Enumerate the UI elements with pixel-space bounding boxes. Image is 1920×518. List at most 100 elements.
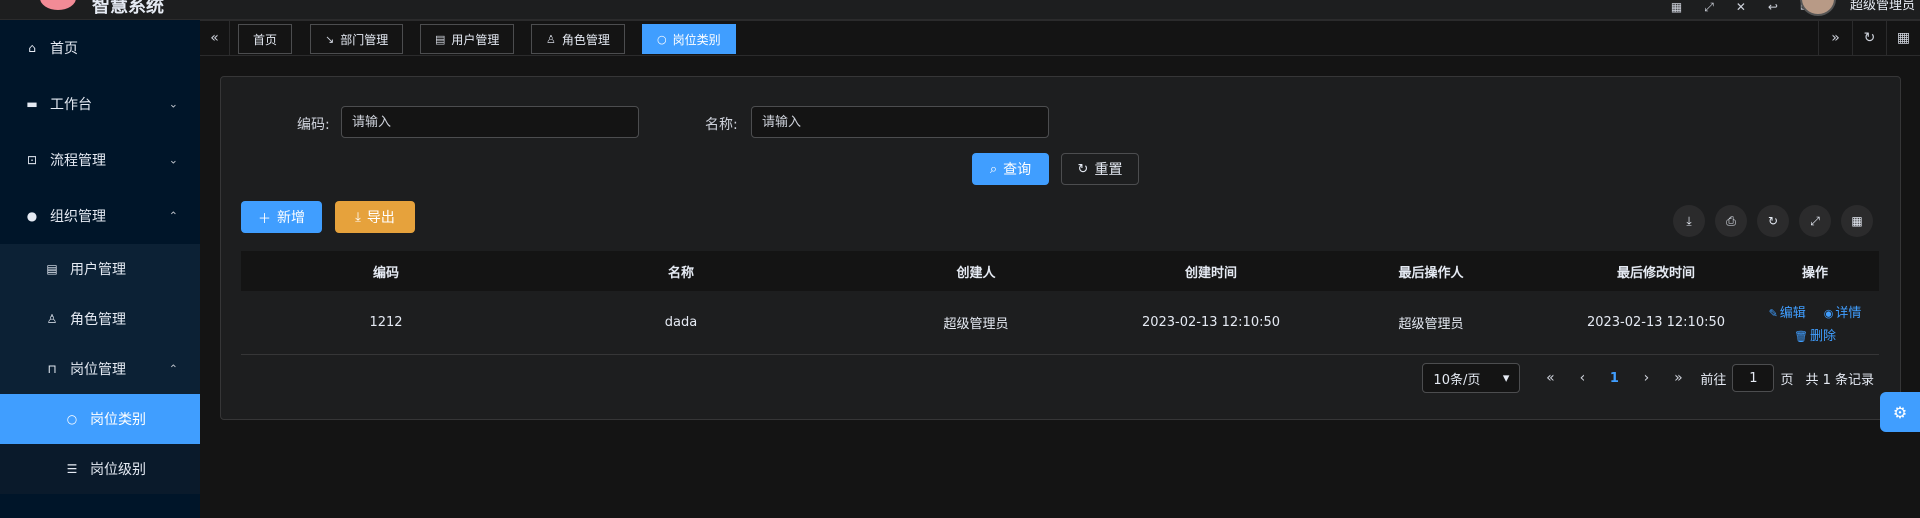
fast-forward-icon[interactable]: » [1662,363,1694,393]
name-label: 名称: [705,117,738,133]
top-header: 智慧系统 ▦ ⤢ ✕ ↩ ✉ 超级管理员 [0,0,1920,20]
caret-down-icon: ▾ [1502,370,1510,386]
code-input[interactable] [341,106,639,138]
tabs-bar: « 首页 ↘ 部门管理 ▤ 用户管理 ♙ 角色管理 ○ 岗位类别 » ↻ ▦ [200,20,1920,56]
fullscreen-icon[interactable]: ⤢ [1799,205,1831,237]
export-button[interactable]: ⤓ 导出 [335,201,415,233]
grid-menu-icon[interactable]: ▦ [1886,21,1920,55]
user-outline-icon: ♙ [46,312,58,326]
prev-page-icon[interactable]: ‹ [1566,363,1598,393]
notebook-icon: ▤ [435,32,446,46]
cell-name: dada [664,315,698,330]
fast-backward-icon[interactable]: « [1534,363,1566,393]
delete-link[interactable]: 🗑 删除 [1794,325,1836,344]
tab-tools: » ↻ ▦ [1818,21,1920,55]
sidebar-item-users[interactable]: ▤ 用户管理 [0,244,200,294]
back-icon[interactable]: ↩ [1768,0,1778,15]
header-tools: ▦ ⤢ ✕ ↩ ✉ [1671,0,1810,15]
pagination: 10条/页 ▾ « ‹ 1 › » 前往 1 页 共 1 条记录 [1422,363,1880,393]
column-header: 编码 [372,265,399,281]
board-icon: ⊓ [47,362,57,376]
search-icon: ⌕ [989,161,998,177]
grid-icon[interactable]: ▦ [1671,0,1682,15]
cell-created-at: 2023-02-13 12:10:50 [1141,315,1281,330]
tab-home[interactable]: 首页 [238,24,293,54]
refresh-icon: ↻ [1077,161,1089,177]
chevron-down-icon: ⌄ [168,153,178,167]
sidebar-item-label: 岗位管理 [70,362,126,378]
page-size-select[interactable]: 10条/页 ▾ [1422,363,1521,393]
home-icon: ⌂ [28,41,36,55]
code-label: 编码: [297,117,330,133]
org-submenu: ▤ 用户管理 ♙ 角色管理 ⊓ 岗位管理 ⌃ ○ 岗位类别 ☰ 岗位级别 [0,244,200,494]
sidebar-item-post-category[interactable]: ○ 岗位类别 [0,394,200,444]
sidebar-item-posts[interactable]: ⊓ 岗位管理 ⌃ [0,344,200,394]
reset-label: 重置 [1094,162,1123,178]
column-header: 最后操作人 [1398,265,1464,281]
refresh-icon[interactable]: ↻ [1757,205,1789,237]
query-button[interactable]: ⌕ 查询 [972,153,1049,185]
sidebar-item-label: 首页 [50,41,78,57]
row-actions: ✎ 编辑 ◉ 详情 🗑 删除 [1751,302,1879,344]
reset-button[interactable]: ↻ 重置 [1061,153,1139,185]
eye-icon: ◉ [1823,306,1834,320]
sidebar-item-home[interactable]: ⌂ 首页 [0,20,200,76]
delete-label: 删除 [1809,328,1836,344]
sidebar-item-org[interactable]: ● 组织管理 ⌃ [0,188,200,244]
cell-updated-at: 2023-02-13 12:10:50 [1586,315,1726,330]
flow-icon: ⊡ [26,153,38,167]
apple-icon: ○ [657,32,667,46]
column-header: 创建时间 [1184,265,1237,281]
tab-users[interactable]: ▤ 用户管理 [420,24,515,54]
export-label: 导出 [366,210,395,226]
tab-label: 用户管理 [451,32,500,47]
goto-input[interactable]: 1 [1732,364,1775,392]
goto-label: 前往 [1700,372,1727,388]
page-number[interactable]: 1 [1598,363,1630,393]
page-unit: 页 [1780,372,1794,388]
expand-icon[interactable]: ⤢ [1704,0,1714,15]
sidebar-item-label: 岗位类别 [90,412,146,428]
edit-link[interactable]: ✎ 编辑 [1769,302,1806,321]
tab-label: 岗位类别 [672,32,721,47]
tabs-scroll-left-icon[interactable]: « [200,21,230,55]
user-name[interactable]: 超级管理员 [1850,0,1920,13]
settings-gear-icon[interactable]: ⚙ [1880,392,1920,432]
close-icon[interactable]: ✕ [1736,0,1746,15]
sidebar-item-label: 工作台 [50,97,92,113]
next-page-icon[interactable]: › [1630,363,1662,393]
detail-link[interactable]: ◉ 详情 [1824,302,1862,321]
sidebar-item-label: 角色管理 [70,312,126,328]
add-button[interactable]: ＋ 新增 [241,201,322,233]
detail-label: 详情 [1835,305,1862,321]
monitor-icon: ▬ [26,97,38,111]
sidebar-item-flow[interactable]: ⊡ 流程管理 ⌄ [0,132,200,188]
refresh-icon[interactable]: ↻ [1852,21,1886,55]
tab-dept[interactable]: ↘ 部门管理 [310,24,404,54]
column-header: 最后修改时间 [1616,265,1695,281]
tabs-scroll-right-icon[interactable]: » [1818,21,1852,55]
sidebar-item-label: 组织管理 [50,209,106,225]
tab-roles[interactable]: ♙ 角色管理 [531,24,625,54]
sidebar-item-label: 流程管理 [50,153,106,169]
sidebar-item-roles[interactable]: ♙ 角色管理 [0,294,200,344]
column-header: 创建人 [956,265,996,281]
sidebar-item-workbench[interactable]: ▬ 工作台 ⌄ [0,76,200,132]
query-label: 查询 [1003,162,1032,178]
add-label: 新增 [277,210,305,226]
coin-icon: ☰ [66,462,78,476]
data-table: 编码 名称 创建人 创建时间 最后操作人 最后修改时间 操作 1212 dada… [241,251,1879,355]
download-icon[interactable]: ⤓ [1673,205,1705,237]
tab-post-category[interactable]: ○ 岗位类别 [642,24,736,54]
sidebar-item-label: 岗位级别 [90,462,146,478]
sidebar-item-post-level[interactable]: ☰ 岗位级别 [0,444,200,494]
page-size-value: 10条/页 [1433,372,1481,388]
column-header: 名称 [667,265,694,281]
name-input[interactable] [751,106,1049,138]
edit-icon: ✎ [1768,306,1778,320]
table-row: 1212 dada 超级管理员 2023-02-13 12:10:50 超级管理… [241,291,1879,355]
print-icon[interactable]: ⎙ [1715,205,1747,237]
columns-icon[interactable]: ▦ [1841,205,1873,237]
sidebar: ⌂ 首页 ▬ 工作台 ⌄ ⊡ 流程管理 ⌄ ● 组织管理 ⌃ ▤ 用户管理 ♙ … [0,20,200,518]
sidebar-item-label: 用户管理 [70,262,126,278]
